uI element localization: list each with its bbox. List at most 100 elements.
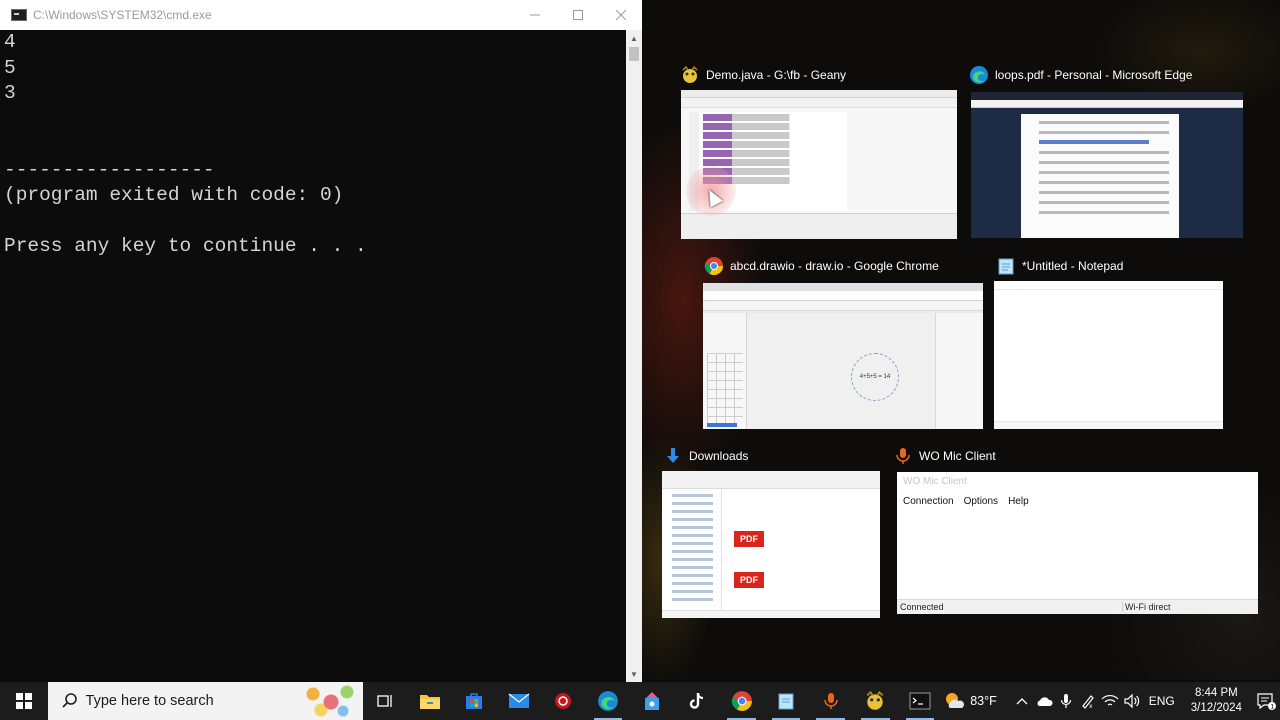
notification-center-button[interactable]: 1 xyxy=(1252,682,1280,720)
window-thumbnail-chrome[interactable]: 4+5+5 = 14 xyxy=(703,283,983,429)
svg-text:x: x xyxy=(1089,703,1093,709)
taskview-title-notepad[interactable]: *Untitled - Notepad xyxy=(996,256,1123,276)
chrome-icon xyxy=(731,691,752,711)
diagram-shape: 4+5+5 = 14 xyxy=(851,353,899,401)
weather-icon xyxy=(946,693,965,708)
clock[interactable]: 8:44 PM 3/12/2024 xyxy=(1191,686,1242,716)
tray-onedrive[interactable] xyxy=(1033,682,1055,720)
edge-icon xyxy=(597,691,618,711)
cmd-titlebar[interactable]: C:\Windows\SYSTEM32\cmd.exe xyxy=(0,0,642,30)
tray-pen[interactable]: x xyxy=(1077,682,1099,720)
window-thumbnail-notepad[interactable] xyxy=(994,281,1223,429)
close-icon xyxy=(615,10,626,20)
tray-microphone[interactable] xyxy=(1055,682,1077,720)
window-thumbnail-downloads[interactable]: PDF PDF xyxy=(662,471,880,618)
window-title: *Untitled - Notepad xyxy=(1022,259,1124,273)
taskbar-tiktok[interactable] xyxy=(675,682,720,720)
menu-connection[interactable]: Connection xyxy=(903,496,954,507)
search-box[interactable]: Type here to search xyxy=(47,682,364,720)
svg-text:1: 1 xyxy=(1270,702,1274,710)
cmd-icon xyxy=(11,9,27,21)
taskview-title-womic[interactable]: WO Mic Client xyxy=(893,446,996,466)
console-output[interactable]: 4 5 3 ------------------ (program exited… xyxy=(0,30,626,682)
womic-titlebar: WO Mic Client xyxy=(897,472,1258,491)
taskbar-cmd[interactable] xyxy=(898,682,943,720)
menu-options[interactable]: Options xyxy=(964,496,998,507)
window-title: WO Mic Client xyxy=(919,449,996,463)
notepad-icon xyxy=(778,693,794,710)
window-title: abcd.drawio - draw.io - Google Chrome xyxy=(730,259,939,273)
taskbar-geany[interactable] xyxy=(853,682,898,720)
window-thumbnail-edge[interactable] xyxy=(971,92,1243,238)
taskbar-chrome[interactable] xyxy=(719,682,764,720)
cloud-icon xyxy=(1037,697,1053,706)
taskbar-antivirus[interactable] xyxy=(541,682,586,720)
winget-icon xyxy=(645,692,660,710)
task-view-icon xyxy=(377,695,392,707)
cmd-window[interactable]: C:\Windows\SYSTEM32\cmd.exe 4 5 3 ------… xyxy=(0,0,642,682)
taskbar-wo-mic[interactable] xyxy=(808,682,853,720)
window-title: Demo.java - G:\fb - Geany xyxy=(706,68,847,82)
geany-icon xyxy=(680,65,700,85)
tray-volume[interactable] xyxy=(1121,682,1143,720)
microphone-icon xyxy=(893,446,913,466)
pdf-file-icon: PDF xyxy=(734,572,764,588)
console-line: Press any key to continue . . . xyxy=(4,235,367,257)
downloads-icon xyxy=(663,446,683,466)
pen-icon: x xyxy=(1081,695,1094,709)
window-title: loops.pdf - Personal - Microsoft Edge xyxy=(995,68,1193,82)
minimize-button[interactable] xyxy=(513,0,556,30)
taskbar-store[interactable] xyxy=(452,682,497,720)
chrome-icon xyxy=(704,256,724,276)
taskbar-notepad[interactable] xyxy=(764,682,809,720)
windows-logo-icon xyxy=(15,693,32,709)
vertical-scrollbar[interactable]: ▲ ▼ xyxy=(626,30,642,682)
scroll-thumb[interactable] xyxy=(629,47,639,61)
window-thumbnail-womic[interactable]: WO Mic Client Connection Options Help Co… xyxy=(897,472,1258,614)
pdf-file-icon: PDF xyxy=(734,531,764,547)
scroll-up-button[interactable]: ▲ xyxy=(626,30,642,46)
taskbar-winget[interactable] xyxy=(630,682,675,720)
cmd-icon xyxy=(909,692,931,710)
console-line: ------------------ xyxy=(4,158,215,181)
maximize-icon xyxy=(572,10,583,20)
geany-icon xyxy=(867,690,884,710)
antivirus-icon xyxy=(555,693,572,709)
notification-icon: 1 xyxy=(1257,693,1276,710)
start-button[interactable] xyxy=(0,682,48,720)
maximize-button[interactable] xyxy=(556,0,599,30)
clock-date: 3/12/2024 xyxy=(1190,702,1242,714)
scroll-down-button[interactable]: ▼ xyxy=(626,666,642,682)
taskview-title-downloads[interactable]: Downloads xyxy=(663,446,748,466)
search-icon xyxy=(60,691,80,711)
window-title: C:\Windows\SYSTEM32\cmd.exe xyxy=(33,8,212,22)
system-tray: 83°F x ENG 8:44 PM 3/12/2024 1 xyxy=(942,682,1280,720)
clock-time: 8:44 PM xyxy=(1194,687,1238,699)
window-title: WO Mic Client xyxy=(903,476,967,487)
menu-help[interactable]: Help xyxy=(1008,496,1029,507)
taskview-title-edge[interactable]: loops.pdf - Personal - Microsoft Edge xyxy=(969,65,1192,85)
show-hidden-icons-button[interactable] xyxy=(1011,682,1033,720)
console-line: (program exited with code: 0) xyxy=(4,184,344,206)
chevron-up-icon xyxy=(1016,698,1028,705)
search-placeholder: Type here to search xyxy=(85,693,214,709)
womic-menubar: Connection Options Help xyxy=(897,491,1258,511)
console-line: 3 xyxy=(4,82,16,104)
language-indicator[interactable]: ENG xyxy=(1149,694,1175,708)
file-explorer-icon xyxy=(419,695,440,709)
weather-widget[interactable]: 83°F xyxy=(942,690,997,712)
taskbar-mail[interactable] xyxy=(496,682,541,720)
taskbar-edge[interactable] xyxy=(586,682,631,720)
taskview-title-geany[interactable]: Demo.java - G:\fb - Geany xyxy=(680,65,846,85)
tiktok-icon xyxy=(689,692,704,709)
close-button[interactable] xyxy=(599,0,642,30)
window-thumbnail-geany[interactable] xyxy=(681,90,957,239)
task-view-button[interactable] xyxy=(363,682,408,720)
mail-icon xyxy=(508,693,530,708)
taskview-title-chrome[interactable]: abcd.drawio - draw.io - Google Chrome xyxy=(704,256,939,276)
status-connection: Connected xyxy=(897,602,1123,612)
tray-wifi[interactable] xyxy=(1099,682,1121,720)
taskbar-file-explorer[interactable] xyxy=(407,682,452,720)
